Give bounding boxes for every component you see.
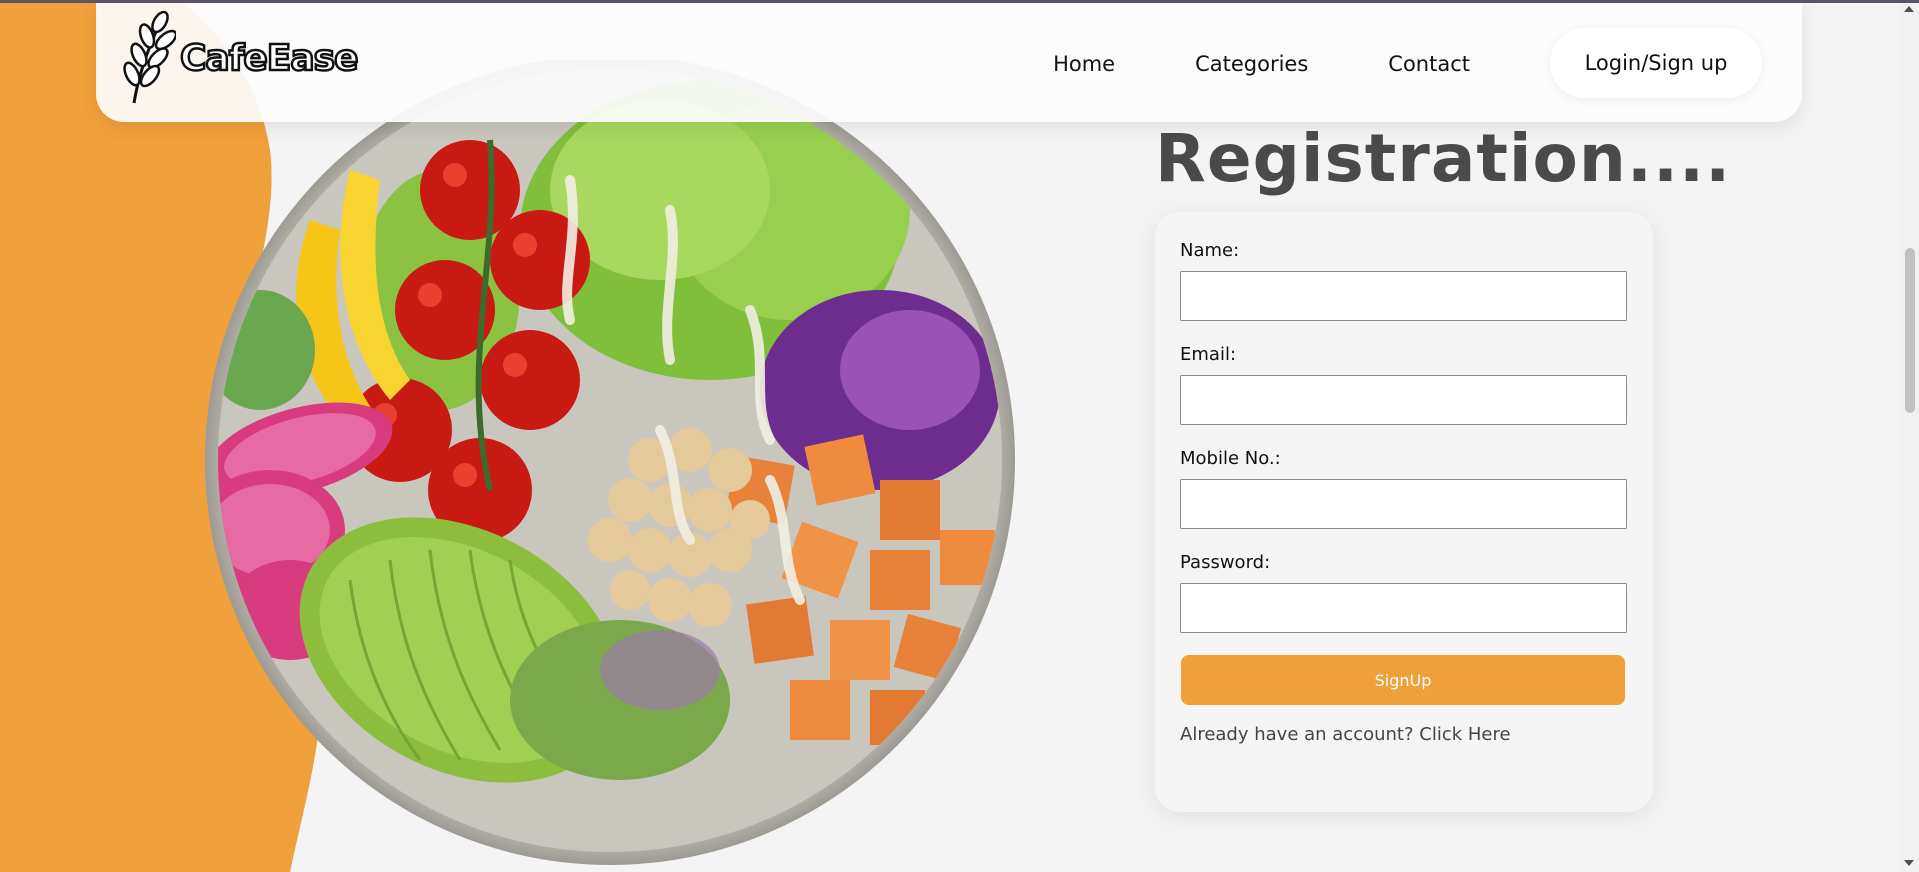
nav-home-link[interactable]: Home [1053,50,1115,76]
registration-title: Registration.... [1155,120,1732,197]
mobile-field-group: Mobile No.: [1180,448,1627,529]
scroll-up-arrow-icon[interactable] [1904,6,1914,12]
mobile-label: Mobile No.: [1180,448,1281,469]
email-input[interactable] [1180,375,1627,425]
brand-logo[interactable]: CafeEase [114,8,360,108]
window-top-border [0,0,1919,3]
nav-categories-link[interactable]: Categories [1195,50,1308,76]
scrollbar-thumb[interactable] [1905,248,1915,413]
wheat-icon [123,10,176,104]
scroll-down-arrow-icon[interactable] [1904,860,1914,866]
signup-button[interactable]: SignUp [1181,655,1625,705]
page-scrollbar[interactable] [1900,0,1919,872]
registration-form: Name: Email: Mobile No.: Password: SignU… [1155,212,1653,812]
password-input[interactable] [1180,583,1627,633]
login-link[interactable]: Already have an account? Click Here [1180,724,1511,745]
site-header: CafeEase Home Categories Contact Login/S… [96,0,1802,122]
nav-contact-link[interactable]: Contact [1388,50,1470,76]
main-nav: Home Categories Contact Login/Sign up [1053,28,1762,98]
login-signup-button[interactable]: Login/Sign up [1550,28,1762,98]
brand-name: CafeEase [179,36,360,80]
email-label: Email: [1180,344,1237,365]
mobile-input[interactable] [1180,479,1627,529]
name-input[interactable] [1180,271,1627,321]
password-label: Password: [1180,552,1271,573]
email-field-group: Email: [1180,344,1627,425]
password-field-group: Password: [1180,552,1627,633]
salad-bowl-image [190,55,1030,872]
name-field-group: Name: [1180,240,1627,321]
name-label: Name: [1180,240,1240,261]
